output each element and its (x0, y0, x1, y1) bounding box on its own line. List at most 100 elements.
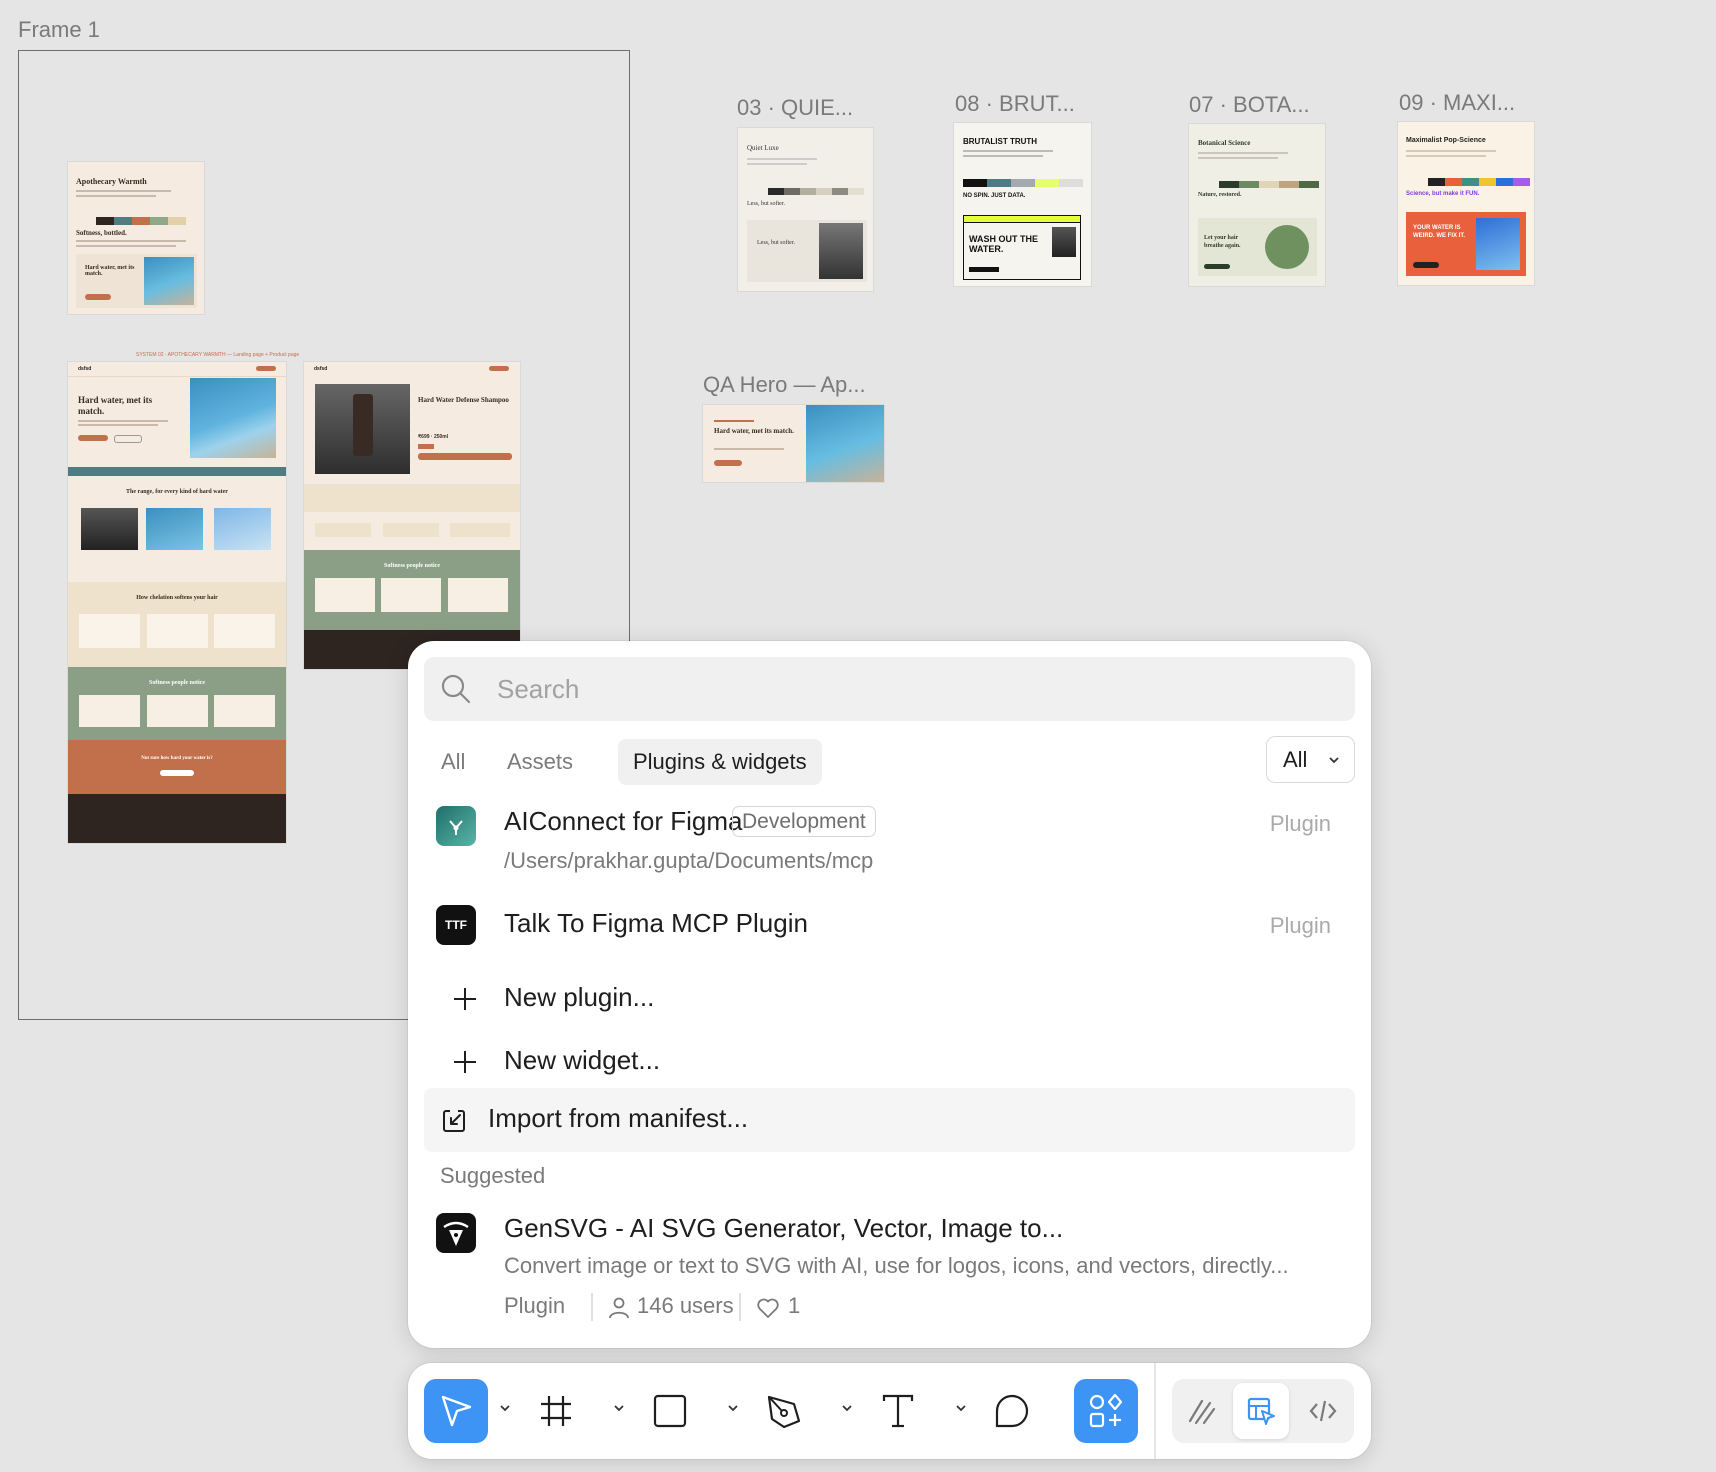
qa-hero-card[interactable]: Hard water, met its match. (703, 405, 884, 482)
apothecary-warmth-card[interactable]: Apothecary Warmth Softness, bottled. Har… (68, 162, 204, 314)
chelation-heading: How chelation softens your hair (136, 595, 218, 601)
suggested-users: 146 users (637, 1293, 734, 1318)
pen-icon (767, 1395, 801, 1429)
import-manifest-label: Import from manifest... (488, 1103, 749, 1133)
design-mode-icon (1247, 1397, 1275, 1425)
search-input[interactable]: Search (497, 674, 579, 705)
shape-tool-button[interactable] (638, 1379, 702, 1443)
chevron-down-icon[interactable] (612, 1401, 626, 1415)
thumb-label-maxi[interactable]: 09 · MAXI... (1399, 90, 1515, 116)
actions-tool-button[interactable] (1074, 1379, 1138, 1443)
plugin-row-aiconnect[interactable]: AIConnect for Figma Development Plugin /… (424, 801, 1355, 891)
pen-nib-icon (436, 1213, 476, 1253)
pen-tool-button[interactable] (752, 1379, 816, 1443)
tab-assets[interactable]: Assets (492, 739, 588, 785)
tab-all[interactable]: All (426, 739, 480, 785)
new-widget-item[interactable]: New widget... (424, 1032, 1355, 1090)
plugin-title: Talk To Figma MCP Plugin (504, 908, 808, 938)
thumb-label-qa[interactable]: QA Hero — Ap... (703, 372, 866, 398)
quiet-luxe-card[interactable]: Quiet Luxe Less, but softer. Less, but s… (738, 128, 873, 291)
maximalist-title: Maximalist Pop-Science (1406, 137, 1486, 144)
tab-plugins-widgets[interactable]: Plugins & widgets (618, 739, 822, 785)
frame-icon (541, 1396, 571, 1426)
bottom-toolbar (408, 1363, 1371, 1459)
thumb-label-quiet[interactable]: 03 · QUIE... (737, 95, 853, 121)
product-page-design[interactable]: dsfsd Hard Water Defense Shampoo ₹699 · … (304, 362, 520, 669)
botanical-headline: Nature, restored. (1198, 192, 1242, 198)
cursor-icon (441, 1395, 472, 1427)
plugin-kind: Plugin (1269, 811, 1331, 836)
ttf-icon: TTF (436, 905, 476, 945)
plus-icon (454, 1051, 476, 1073)
brutalist-sub: NO SPIN. JUST DATA. (963, 193, 1026, 199)
botanical-hero: Let your hair breathe again. (1204, 235, 1241, 249)
dev-mode-button[interactable] (1293, 1379, 1353, 1443)
plugin-row-talk-to-figma[interactable]: TTF Talk To Figma MCP Plugin Plugin (424, 901, 1355, 953)
suggested-heading: Suggested (440, 1163, 546, 1188)
comment-icon (995, 1394, 1029, 1428)
range-heading: The range, for every kind of hard water (126, 489, 228, 495)
reviews-heading: Softness people notice (149, 680, 205, 686)
suggested-plugin-gensvg[interactable]: GenSVG - AI SVG Generator, Vector, Image… (424, 1208, 1355, 1338)
quiet-headline: Less, but softer. (747, 201, 785, 207)
search-icon (441, 674, 471, 704)
maximalist-sub: Science, but make it FUN. (1406, 191, 1480, 197)
draw-icon (1188, 1399, 1216, 1425)
chevron-down-icon[interactable] (726, 1401, 740, 1415)
suggested-likes: 1 (788, 1293, 801, 1318)
chevron-down-icon[interactable] (498, 1401, 512, 1415)
import-icon (443, 1110, 465, 1132)
landing-page-design[interactable]: dsfsd Hard water, met its match. The ran… (68, 362, 286, 843)
thumb-label-brut[interactable]: 08 · BRUT... (955, 91, 1075, 117)
user-icon (609, 1297, 629, 1319)
draw-mode-button[interactable] (1172, 1379, 1232, 1443)
chevron-down-icon (1329, 757, 1339, 764)
aiconnect-icon (436, 806, 476, 846)
search-field[interactable]: Search (424, 657, 1355, 721)
landing-headline: Hard water, met its match. (78, 395, 153, 416)
color-palette (96, 212, 204, 225)
card-headline: Softness, bottled. (76, 229, 127, 237)
product-title: Hard Water Defense Shampoo (418, 396, 509, 404)
filter-dropdown[interactable]: All (1266, 736, 1355, 783)
mode-switcher (1172, 1379, 1354, 1443)
suggested-kind: Plugin (504, 1293, 566, 1318)
text-icon (882, 1394, 914, 1428)
botanical-title: Botanical Science (1198, 139, 1251, 147)
comment-tool-button[interactable] (980, 1379, 1044, 1443)
card-title: Apothecary Warmth (76, 177, 147, 186)
text-tool-button[interactable] (866, 1379, 930, 1443)
move-tool-button[interactable] (424, 1379, 488, 1443)
quiet-hero: Less, but softer. (757, 240, 795, 246)
new-plugin-item[interactable]: New plugin... (424, 969, 1355, 1027)
code-icon (1309, 1400, 1337, 1422)
resources-panel: Search All Assets Plugins & widgets All … (408, 641, 1371, 1348)
brutalist-hero: WASH OUT THE WATER. (969, 234, 1038, 254)
development-badge: Development (732, 806, 876, 837)
frame-tool-button[interactable] (524, 1379, 588, 1443)
plugin-title: AIConnect for Figma (504, 806, 743, 836)
chevron-down-icon[interactable] (840, 1401, 854, 1415)
hero-image (144, 257, 194, 305)
frame-label[interactable]: Frame 1 (18, 17, 100, 43)
new-plugin-label: New plugin... (504, 982, 655, 1012)
chevron-down-icon[interactable] (954, 1401, 968, 1415)
import-manifest-item[interactable]: Import from manifest... (424, 1088, 1355, 1152)
brutalist-title: BRUTALIST TRUTH (963, 137, 1038, 146)
botanical-card[interactable]: Botanical Science Nature, restored. Let … (1189, 124, 1325, 286)
maximalist-card[interactable]: Maximalist Pop-Science Science, but make… (1398, 122, 1534, 285)
thumb-label-bota[interactable]: 07 · BOTA... (1189, 92, 1310, 118)
brutalist-card[interactable]: BRUTALIST TRUTH NO SPIN. JUST DATA. WASH… (954, 123, 1091, 286)
new-widget-label: New widget... (504, 1045, 661, 1075)
product-price: ₹699 · 250ml (418, 434, 449, 440)
plus-icon (454, 988, 476, 1010)
maximalist-hero: YOUR WATER IS WEIRD. WE FIX IT. (1413, 225, 1465, 239)
heart-icon (757, 1298, 779, 1318)
cta-heading: Not sure how hard your water is? (141, 756, 213, 761)
plugin-path: /Users/prakhar.gupta/Documents/mcp (504, 848, 874, 873)
filter-value: All (1283, 747, 1308, 772)
suggested-description: Convert image or text to SVG with AI, us… (504, 1253, 1289, 1278)
design-mode-button[interactable] (1233, 1383, 1289, 1439)
qa-hero-headline: Hard water, met its match. (714, 427, 794, 435)
suggested-title: GenSVG - AI SVG Generator, Vector, Image… (504, 1213, 1064, 1243)
